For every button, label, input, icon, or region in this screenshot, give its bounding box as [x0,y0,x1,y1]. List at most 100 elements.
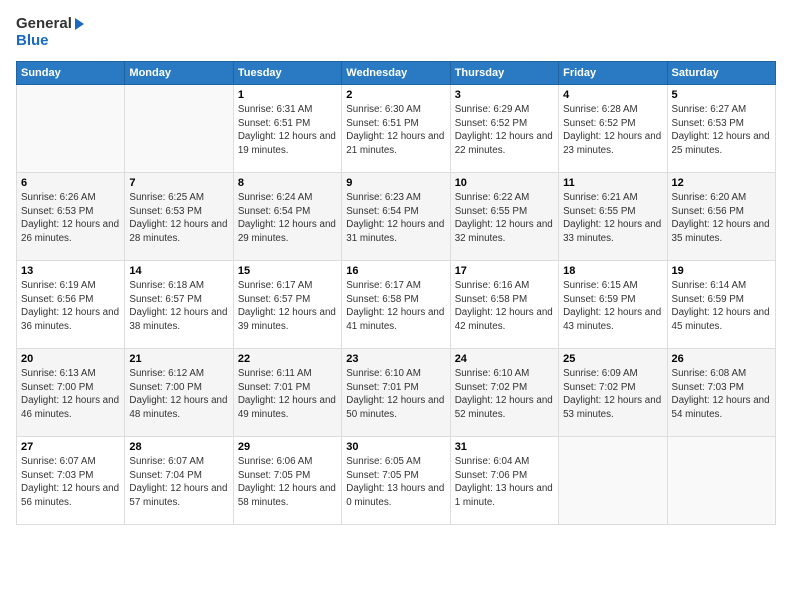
weekday-header-thursday: Thursday [450,62,558,85]
day-detail: Sunrise: 6:19 AMSunset: 6:56 PMDaylight:… [21,279,120,334]
day-detail: Sunrise: 6:30 AMSunset: 6:51 PMDaylight:… [346,103,445,158]
day-detail: Sunrise: 6:06 AMSunset: 7:05 PMDaylight:… [238,455,337,510]
calendar-cell: 24 Sunrise: 6:10 AMSunset: 7:02 PMDayligh… [450,349,558,437]
day-number: 15 [238,265,337,277]
day-detail: Sunrise: 6:12 AMSunset: 7:00 PMDaylight:… [129,367,228,422]
day-number: 7 [129,177,228,189]
logo-blue: Blue [16,33,84,50]
day-detail: Sunrise: 6:16 AMSunset: 6:58 PMDaylight:… [455,279,554,334]
calendar-cell: 15 Sunrise: 6:17 AMSunset: 6:57 PMDayligh… [233,261,341,349]
day-number: 14 [129,265,228,277]
day-number: 2 [346,89,445,101]
day-detail: Sunrise: 6:08 AMSunset: 7:03 PMDaylight:… [672,367,771,422]
week-row-5: 27 Sunrise: 6:07 AMSunset: 7:03 PMDayligh… [17,437,776,525]
day-number: 19 [672,265,771,277]
day-number: 3 [455,89,554,101]
calendar-cell: 13 Sunrise: 6:19 AMSunset: 6:56 PMDayligh… [17,261,125,349]
day-number: 26 [672,353,771,365]
calendar-cell: 29 Sunrise: 6:06 AMSunset: 7:05 PMDayligh… [233,437,341,525]
day-number: 10 [455,177,554,189]
calendar-cell [667,437,775,525]
calendar-cell [17,85,125,173]
weekday-header-monday: Monday [125,62,233,85]
day-number: 13 [21,265,120,277]
logo-general: General [16,16,84,33]
calendar-cell: 30 Sunrise: 6:05 AMSunset: 7:05 PMDayligh… [342,437,450,525]
calendar-cell [125,85,233,173]
day-detail: Sunrise: 6:23 AMSunset: 6:54 PMDaylight:… [346,191,445,246]
day-number: 5 [672,89,771,101]
day-number: 22 [238,353,337,365]
day-detail: Sunrise: 6:05 AMSunset: 7:05 PMDaylight:… [346,455,445,510]
day-detail: Sunrise: 6:25 AMSunset: 6:53 PMDaylight:… [129,191,228,246]
calendar-cell: 12 Sunrise: 6:20 AMSunset: 6:56 PMDayligh… [667,173,775,261]
day-number: 28 [129,441,228,453]
day-detail: Sunrise: 6:13 AMSunset: 7:00 PMDaylight:… [21,367,120,422]
weekday-header-friday: Friday [559,62,667,85]
day-number: 30 [346,441,445,453]
day-number: 12 [672,177,771,189]
day-detail: Sunrise: 6:17 AMSunset: 6:57 PMDaylight:… [238,279,337,334]
day-detail: Sunrise: 6:07 AMSunset: 7:04 PMDaylight:… [129,455,228,510]
day-detail: Sunrise: 6:28 AMSunset: 6:52 PMDaylight:… [563,103,662,158]
calendar-cell: 23 Sunrise: 6:10 AMSunset: 7:01 PMDayligh… [342,349,450,437]
calendar-cell: 4Sunrise: 6:28 AMSunset: 6:52 PMDaylight… [559,85,667,173]
day-detail: Sunrise: 6:26 AMSunset: 6:53 PMDaylight:… [21,191,120,246]
calendar-cell: 9 Sunrise: 6:23 AMSunset: 6:54 PMDaylight… [342,173,450,261]
page-header: General Blue [16,16,776,49]
calendar-cell: 19 Sunrise: 6:14 AMSunset: 6:59 PMDayligh… [667,261,775,349]
calendar-cell: 7 Sunrise: 6:25 AMSunset: 6:53 PMDaylight… [125,173,233,261]
calendar-cell: 20Sunrise: 6:13 AMSunset: 7:00 PMDayligh… [17,349,125,437]
calendar-cell: 31 Sunrise: 6:04 AMSunset: 7:06 PMDayligh… [450,437,558,525]
day-number: 24 [455,353,554,365]
day-detail: Sunrise: 6:18 AMSunset: 6:57 PMDaylight:… [129,279,228,334]
calendar-cell: 22 Sunrise: 6:11 AMSunset: 7:01 PMDayligh… [233,349,341,437]
calendar-cell: 17 Sunrise: 6:16 AMSunset: 6:58 PMDayligh… [450,261,558,349]
day-detail: Sunrise: 6:17 AMSunset: 6:58 PMDaylight:… [346,279,445,334]
day-detail: Sunrise: 6:29 AMSunset: 6:52 PMDaylight:… [455,103,554,158]
week-row-1: 1 Sunrise: 6:31 AMSunset: 6:51 PMDaylight… [17,85,776,173]
day-number: 1 [238,89,337,101]
day-detail: Sunrise: 6:09 AMSunset: 7:02 PMDaylight:… [563,367,662,422]
day-detail: Sunrise: 6:21 AMSunset: 6:55 PMDaylight:… [563,191,662,246]
week-row-2: 6Sunrise: 6:26 AMSunset: 6:53 PMDaylight… [17,173,776,261]
weekday-header-wednesday: Wednesday [342,62,450,85]
day-detail: Sunrise: 6:22 AMSunset: 6:55 PMDaylight:… [455,191,554,246]
calendar-cell: 10 Sunrise: 6:22 AMSunset: 6:55 PMDayligh… [450,173,558,261]
day-detail: Sunrise: 6:10 AMSunset: 7:01 PMDaylight:… [346,367,445,422]
day-detail: Sunrise: 6:07 AMSunset: 7:03 PMDaylight:… [21,455,120,510]
calendar-cell [559,437,667,525]
weekday-header-sunday: Sunday [17,62,125,85]
day-detail: Sunrise: 6:20 AMSunset: 6:56 PMDaylight:… [672,191,771,246]
calendar-cell: 21 Sunrise: 6:12 AMSunset: 7:00 PMDayligh… [125,349,233,437]
day-number: 11 [563,177,662,189]
logo: General Blue [16,16,84,49]
day-number: 9 [346,177,445,189]
day-detail: Sunrise: 6:10 AMSunset: 7:02 PMDaylight:… [455,367,554,422]
day-number: 29 [238,441,337,453]
calendar-cell: 2 Sunrise: 6:30 AMSunset: 6:51 PMDaylight… [342,85,450,173]
day-detail: Sunrise: 6:31 AMSunset: 6:51 PMDaylight:… [238,103,337,158]
day-number: 8 [238,177,337,189]
day-number: 21 [129,353,228,365]
calendar-cell: 3 Sunrise: 6:29 AMSunset: 6:52 PMDaylight… [450,85,558,173]
calendar-cell: 26 Sunrise: 6:08 AMSunset: 7:03 PMDayligh… [667,349,775,437]
calendar-cell: 16Sunrise: 6:17 AMSunset: 6:58 PMDayligh… [342,261,450,349]
day-number: 27 [21,441,120,453]
day-detail: Sunrise: 6:27 AMSunset: 6:53 PMDaylight:… [672,103,771,158]
calendar-cell: 18Sunrise: 6:15 AMSunset: 6:59 PMDayligh… [559,261,667,349]
day-detail: Sunrise: 6:04 AMSunset: 7:06 PMDaylight:… [455,455,554,510]
day-number: 25 [563,353,662,365]
calendar-cell: 6Sunrise: 6:26 AMSunset: 6:53 PMDaylight… [17,173,125,261]
day-number: 23 [346,353,445,365]
calendar-cell: 27 Sunrise: 6:07 AMSunset: 7:03 PMDayligh… [17,437,125,525]
weekday-header-row: SundayMondayTuesdayWednesdayThursdayFrid… [17,62,776,85]
calendar-cell: 14 Sunrise: 6:18 AMSunset: 6:57 PMDayligh… [125,261,233,349]
day-detail: Sunrise: 6:11 AMSunset: 7:01 PMDaylight:… [238,367,337,422]
week-row-4: 20Sunrise: 6:13 AMSunset: 7:00 PMDayligh… [17,349,776,437]
day-detail: Sunrise: 6:14 AMSunset: 6:59 PMDaylight:… [672,279,771,334]
calendar-table: SundayMondayTuesdayWednesdayThursdayFrid… [16,61,776,525]
day-number: 17 [455,265,554,277]
weekday-header-tuesday: Tuesday [233,62,341,85]
day-number: 31 [455,441,554,453]
